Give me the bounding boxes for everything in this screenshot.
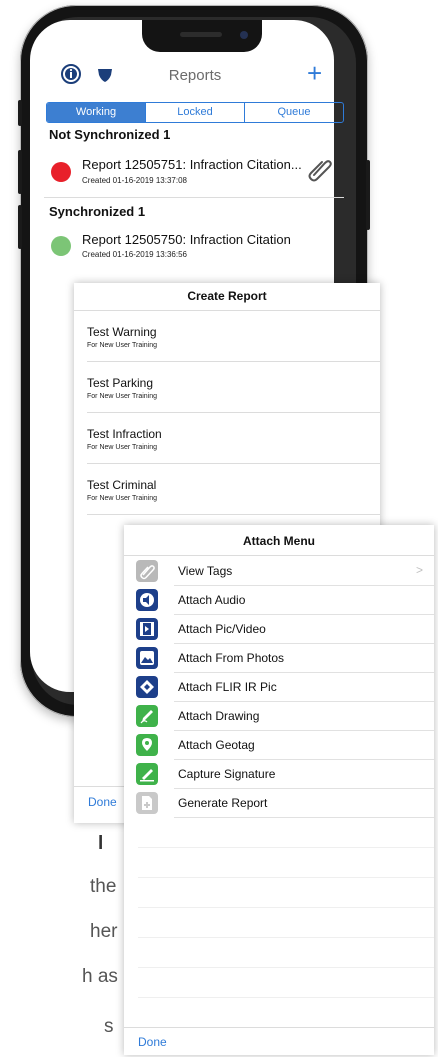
attach-view-tags[interactable]: View Tags > (124, 557, 434, 586)
report-type-title: Test Criminal (87, 478, 157, 492)
empty-row-divider (138, 877, 434, 878)
attach-flir-ir-pic[interactable]: Attach FLIR IR Pic (124, 673, 434, 702)
row-divider (174, 817, 434, 818)
paperclip-icon[interactable] (306, 155, 334, 183)
section-header-not-synchronized: Not Synchronized 1 (49, 127, 171, 142)
attach-pic-video[interactable]: Attach Pic/Video (124, 615, 434, 644)
footer-divider (124, 1027, 434, 1028)
attach-item-label: Attach Drawing (178, 709, 260, 723)
empty-row-divider (138, 847, 434, 848)
report-type-item[interactable]: Test Criminal For New User Training (74, 464, 380, 514)
report-type-subtitle: For New User Training (87, 444, 158, 451)
empty-row-divider (138, 937, 434, 938)
attach-menu-done-button[interactable]: Done (138, 1035, 167, 1049)
empty-row-divider (138, 907, 434, 908)
header-divider (124, 555, 434, 556)
attach-menu-title: Attach Menu (243, 534, 315, 548)
flir-icon (136, 676, 158, 698)
map-pin-icon (136, 734, 158, 756)
background-text-fragment: h as (82, 966, 118, 987)
report-type-item[interactable]: Test Parking For New User Training (74, 362, 380, 412)
signature-icon (136, 763, 158, 785)
report-type-title: Test Warning (87, 325, 157, 339)
attach-item-label: Attach Geotag (178, 738, 255, 752)
attach-drawing[interactable]: Attach Drawing (124, 702, 434, 731)
status-dot-unsynced (51, 162, 71, 182)
attach-menu-panel: Attach Menu View Tags > Attach Audio Att… (124, 525, 434, 1055)
pen-icon (136, 705, 158, 727)
attach-item-label: View Tags (178, 564, 233, 578)
phone-power-button (366, 160, 370, 230)
attach-item-label: Capture Signature (178, 767, 276, 781)
tab-queue[interactable]: Queue (245, 103, 343, 122)
report-type-subtitle: For New User Training (87, 495, 158, 502)
film-icon (136, 618, 158, 640)
report-type-title: Test Infraction (87, 427, 162, 441)
attach-item-label: Generate Report (178, 796, 268, 810)
report-row[interactable]: Report 12505751: Infraction Citation... … (44, 150, 344, 198)
phone-volume-up-button (18, 150, 22, 194)
attach-audio[interactable]: Attach Audio (124, 586, 434, 615)
attach-item-label: Attach FLIR IR Pic (178, 680, 277, 694)
empty-row-divider (138, 967, 434, 968)
status-dot-synced (51, 236, 71, 256)
chevron-right-icon: > (416, 563, 424, 577)
report-filter-segmented-control: Working Locked Queue (46, 102, 344, 123)
document-plus-icon (136, 792, 158, 814)
report-type-item[interactable]: Test Warning For New User Training (74, 311, 380, 361)
create-report-title: Create Report (187, 289, 267, 303)
tab-locked[interactable]: Locked (146, 103, 245, 122)
report-type-subtitle: For New User Training (87, 393, 158, 400)
paperclip-icon (136, 560, 158, 582)
add-report-button[interactable]: + (307, 58, 322, 89)
report-created-date: Created 01-16-2019 13:36:56 (82, 250, 187, 259)
report-type-title: Test Parking (87, 376, 154, 390)
background-text-fragment: her (90, 921, 118, 942)
background-text-fragment: the (90, 876, 117, 897)
row-divider (87, 514, 380, 515)
nav-title: Reports (168, 67, 222, 84)
report-type-subtitle: For New User Training (87, 342, 158, 349)
attach-item-label: Attach Pic/Video (178, 622, 266, 636)
report-type-item[interactable]: Test Infraction For New User Training (74, 413, 380, 463)
attach-geotag[interactable]: Attach Geotag (124, 731, 434, 760)
empty-row-divider (138, 997, 434, 998)
create-report-done-button[interactable]: Done (88, 795, 117, 809)
phone-camera (240, 31, 248, 39)
photo-icon (136, 647, 158, 669)
section-header-synchronized: Synchronized 1 (49, 204, 146, 219)
row-divider (44, 197, 344, 198)
tab-working[interactable]: Working (47, 103, 146, 122)
background-text-fragment: l (98, 833, 104, 854)
attach-from-photos[interactable]: Attach From Photos (124, 644, 434, 673)
report-created-date: Created 01-16-2019 13:37:08 (82, 176, 187, 185)
phone-volume-down-button (18, 205, 22, 249)
background-text-fragment: s (104, 1016, 114, 1037)
speaker-icon (136, 589, 158, 611)
phone-side-button (18, 100, 22, 126)
attach-item-label: Attach Audio (178, 593, 246, 607)
capture-signature[interactable]: Capture Signature (124, 760, 434, 789)
generate-report[interactable]: Generate Report (124, 789, 434, 818)
attach-item-label: Attach From Photos (178, 651, 285, 665)
report-title: Report 12505750: Infraction Citation (82, 232, 291, 247)
phone-speaker (180, 32, 222, 37)
info-icon[interactable] (60, 63, 82, 85)
report-title: Report 12505751: Infraction Citation... (82, 157, 302, 172)
report-row[interactable]: Report 12505750: Infraction Citation Cre… (44, 224, 344, 272)
shield-icon[interactable] (96, 66, 114, 84)
